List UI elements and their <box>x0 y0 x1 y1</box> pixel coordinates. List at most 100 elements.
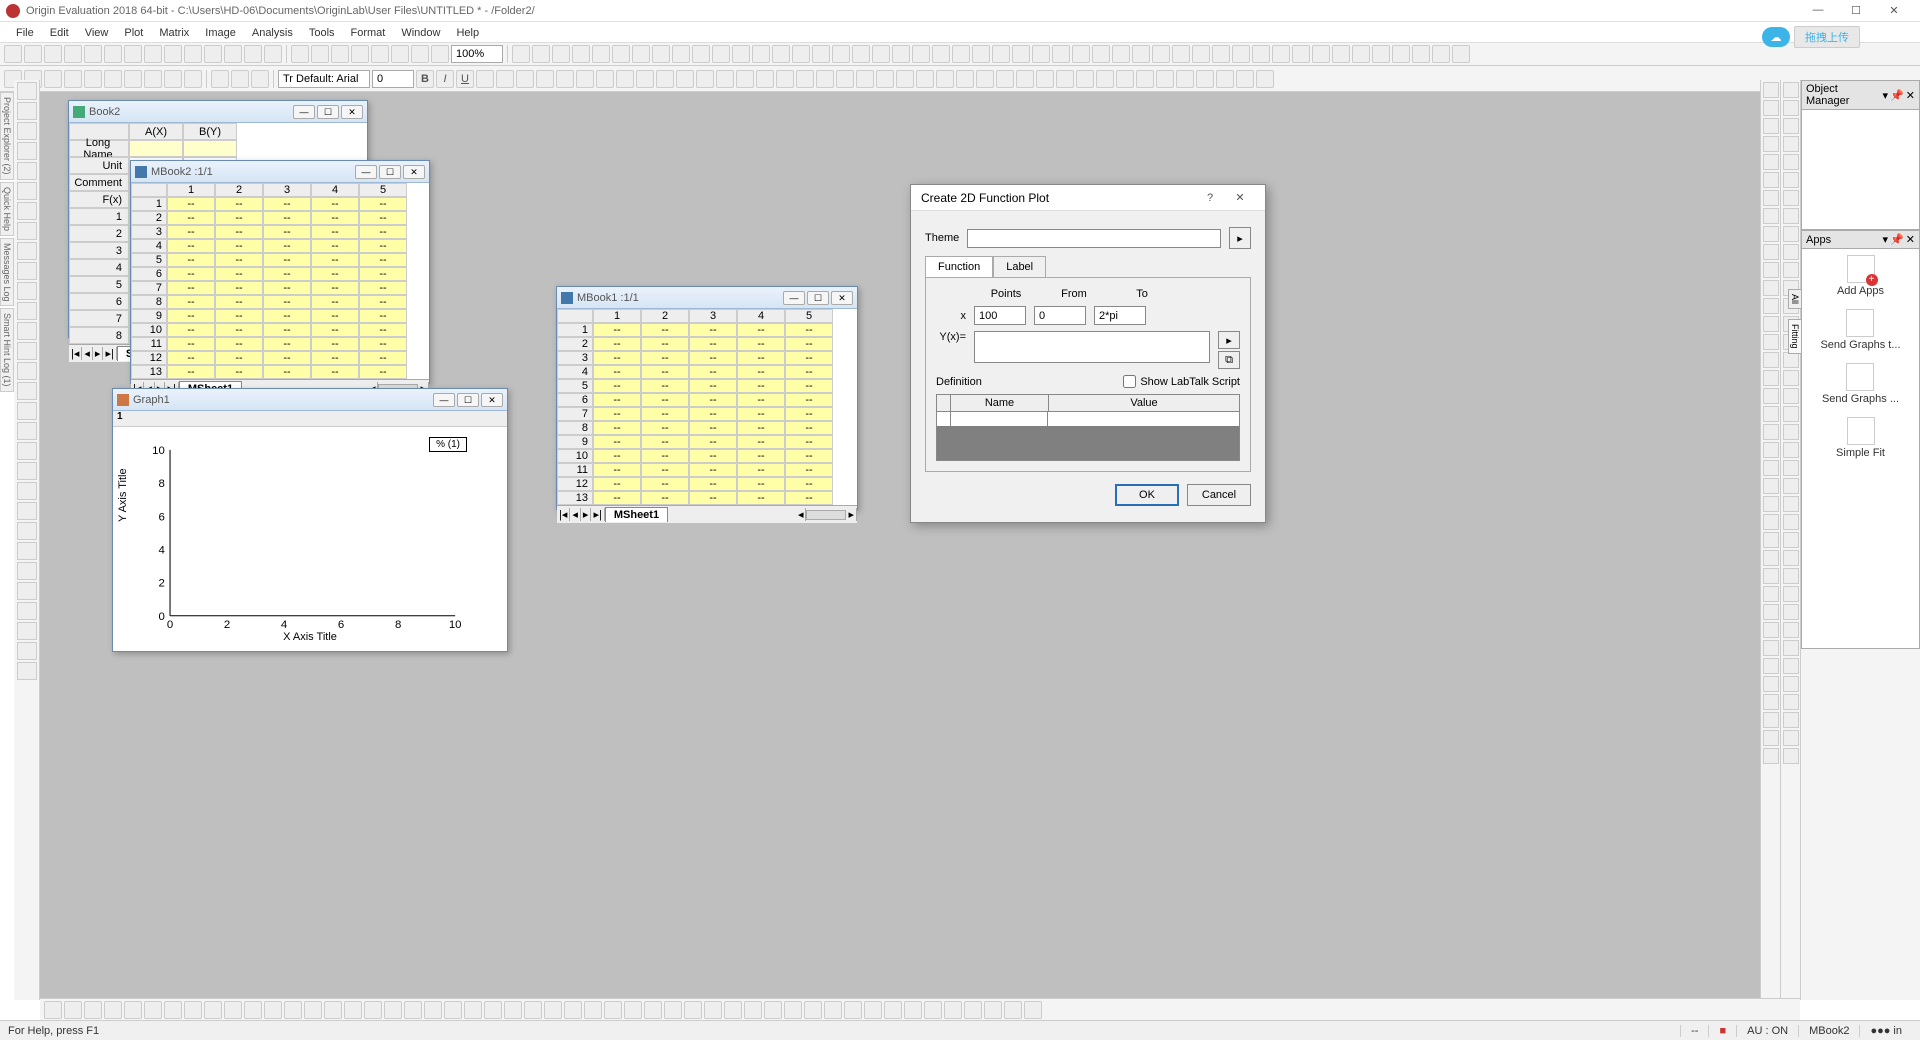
tool-button[interactable] <box>1783 154 1799 170</box>
tab-messages-log[interactable]: Messages Log <box>0 238 14 307</box>
plot-type-button[interactable] <box>444 1001 462 1019</box>
matrix-cell[interactable]: -- <box>593 491 641 505</box>
tool-button[interactable] <box>17 222 37 240</box>
pin-icon[interactable]: ▾ <box>1883 233 1889 246</box>
matrix-cell[interactable]: -- <box>737 491 785 505</box>
row-header[interactable]: 6 <box>131 267 167 281</box>
plot-type-button[interactable] <box>64 1001 82 1019</box>
toolbar-button[interactable] <box>84 70 102 88</box>
tool-button[interactable] <box>1783 586 1799 602</box>
plot-type-button[interactable] <box>304 1001 322 1019</box>
toolbar-button[interactable] <box>892 45 910 63</box>
plot-type-button[interactable] <box>844 1001 862 1019</box>
tool-button[interactable] <box>1763 244 1779 260</box>
toolbar-button[interactable] <box>391 45 409 63</box>
plot-type-button[interactable] <box>144 1001 162 1019</box>
toolbar-button[interactable] <box>912 45 930 63</box>
matrix-cell[interactable]: -- <box>689 477 737 491</box>
toolbar-button[interactable] <box>1116 70 1134 88</box>
tool-button[interactable] <box>17 342 37 360</box>
tool-button[interactable] <box>1763 262 1779 278</box>
plot-type-button[interactable] <box>364 1001 382 1019</box>
tool-button[interactable] <box>1783 460 1799 476</box>
matrix-cell[interactable]: -- <box>641 421 689 435</box>
toolbar-button[interactable] <box>556 70 574 88</box>
plot-type-button[interactable] <box>664 1001 682 1019</box>
close-icon[interactable]: ✕ <box>1906 89 1915 102</box>
toolbar-button[interactable] <box>992 45 1010 63</box>
plot-type-button[interactable] <box>84 1001 102 1019</box>
matrix-cell[interactable]: -- <box>641 365 689 379</box>
toolbar-button[interactable] <box>184 45 202 63</box>
tool-button[interactable] <box>1763 496 1779 512</box>
tool-button[interactable] <box>1783 676 1799 692</box>
tool-button[interactable] <box>1763 640 1779 656</box>
row-number[interactable]: 4 <box>69 259 129 276</box>
matrix-cell[interactable]: -- <box>593 477 641 491</box>
row-number[interactable]: 5 <box>69 276 129 293</box>
toolbar-button[interactable] <box>1252 45 1270 63</box>
tool-button[interactable] <box>1763 118 1779 134</box>
matrix-cell[interactable]: -- <box>215 309 263 323</box>
tool-button[interactable] <box>1763 586 1779 602</box>
matrix-cell[interactable]: -- <box>311 365 359 379</box>
tool-button[interactable] <box>1763 568 1779 584</box>
toolbar-button[interactable] <box>636 70 654 88</box>
toolbar-button[interactable] <box>1112 45 1130 63</box>
status-au[interactable]: AU : ON <box>1736 1025 1798 1037</box>
min-icon[interactable]: — <box>433 393 455 407</box>
toolbar-button[interactable] <box>411 45 429 63</box>
matrix-cell[interactable]: -- <box>167 281 215 295</box>
plot-type-button[interactable] <box>204 1001 222 1019</box>
tool-button[interactable] <box>1783 406 1799 422</box>
plot-type-button[interactable] <box>384 1001 402 1019</box>
object-manager-header[interactable]: Object Manager ▾ 📌 ✕ <box>1801 80 1920 110</box>
matrix-cell[interactable]: -- <box>593 323 641 337</box>
tool-button[interactable] <box>1783 226 1799 242</box>
tool-button[interactable] <box>17 422 37 440</box>
theme-input[interactable] <box>967 229 1221 248</box>
plot-type-button[interactable] <box>784 1001 802 1019</box>
toolbar-button[interactable] <box>211 70 229 88</box>
plot-type-button[interactable] <box>744 1001 762 1019</box>
plot-type-button[interactable] <box>164 1001 182 1019</box>
tool-button[interactable] <box>1783 352 1799 368</box>
to-input[interactable] <box>1094 306 1146 325</box>
tool-button[interactable] <box>17 662 37 680</box>
toolbar-button[interactable] <box>812 45 830 63</box>
matrix-cell[interactable]: -- <box>167 365 215 379</box>
matrix-cell[interactable]: -- <box>311 197 359 211</box>
matrix-cell[interactable]: -- <box>737 393 785 407</box>
tool-button[interactable] <box>17 282 37 300</box>
matrix-cell[interactable]: -- <box>311 323 359 337</box>
plot-type-button[interactable] <box>604 1001 622 1019</box>
toolbar-button[interactable] <box>1016 70 1034 88</box>
matrix-cell[interactable]: -- <box>311 337 359 351</box>
toolbar-button[interactable] <box>1176 70 1194 88</box>
row-header[interactable]: 1 <box>557 323 593 337</box>
layer-indicator[interactable]: 1 <box>113 411 507 427</box>
matrix-cell[interactable]: -- <box>785 421 833 435</box>
row-number[interactable]: 3 <box>69 242 129 259</box>
toolbar-button[interactable] <box>1452 45 1470 63</box>
tool-button[interactable] <box>1763 316 1779 332</box>
tool-button[interactable] <box>17 82 37 100</box>
tool-button[interactable] <box>1783 370 1799 386</box>
toolbar-button[interactable] <box>164 45 182 63</box>
matrix-cell[interactable]: -- <box>593 365 641 379</box>
toolbar-button[interactable] <box>64 70 82 88</box>
close-icon[interactable]: ✕ <box>481 393 503 407</box>
toolbar-button[interactable] <box>164 70 182 88</box>
row-header[interactable]: 3 <box>557 351 593 365</box>
matrix-cell[interactable]: -- <box>785 449 833 463</box>
tool-button[interactable] <box>1783 244 1799 260</box>
tool-button[interactable] <box>1763 424 1779 440</box>
plot-type-button[interactable] <box>344 1001 362 1019</box>
tool-button[interactable] <box>1783 604 1799 620</box>
menu-help[interactable]: Help <box>448 25 487 41</box>
tool-button[interactable] <box>17 262 37 280</box>
tool-button[interactable] <box>17 162 37 180</box>
toolbar-button[interactable] <box>1432 45 1450 63</box>
matrix-cell[interactable]: -- <box>593 351 641 365</box>
tab-smart-hint[interactable]: Smart Hint Log (1) <box>0 308 14 392</box>
